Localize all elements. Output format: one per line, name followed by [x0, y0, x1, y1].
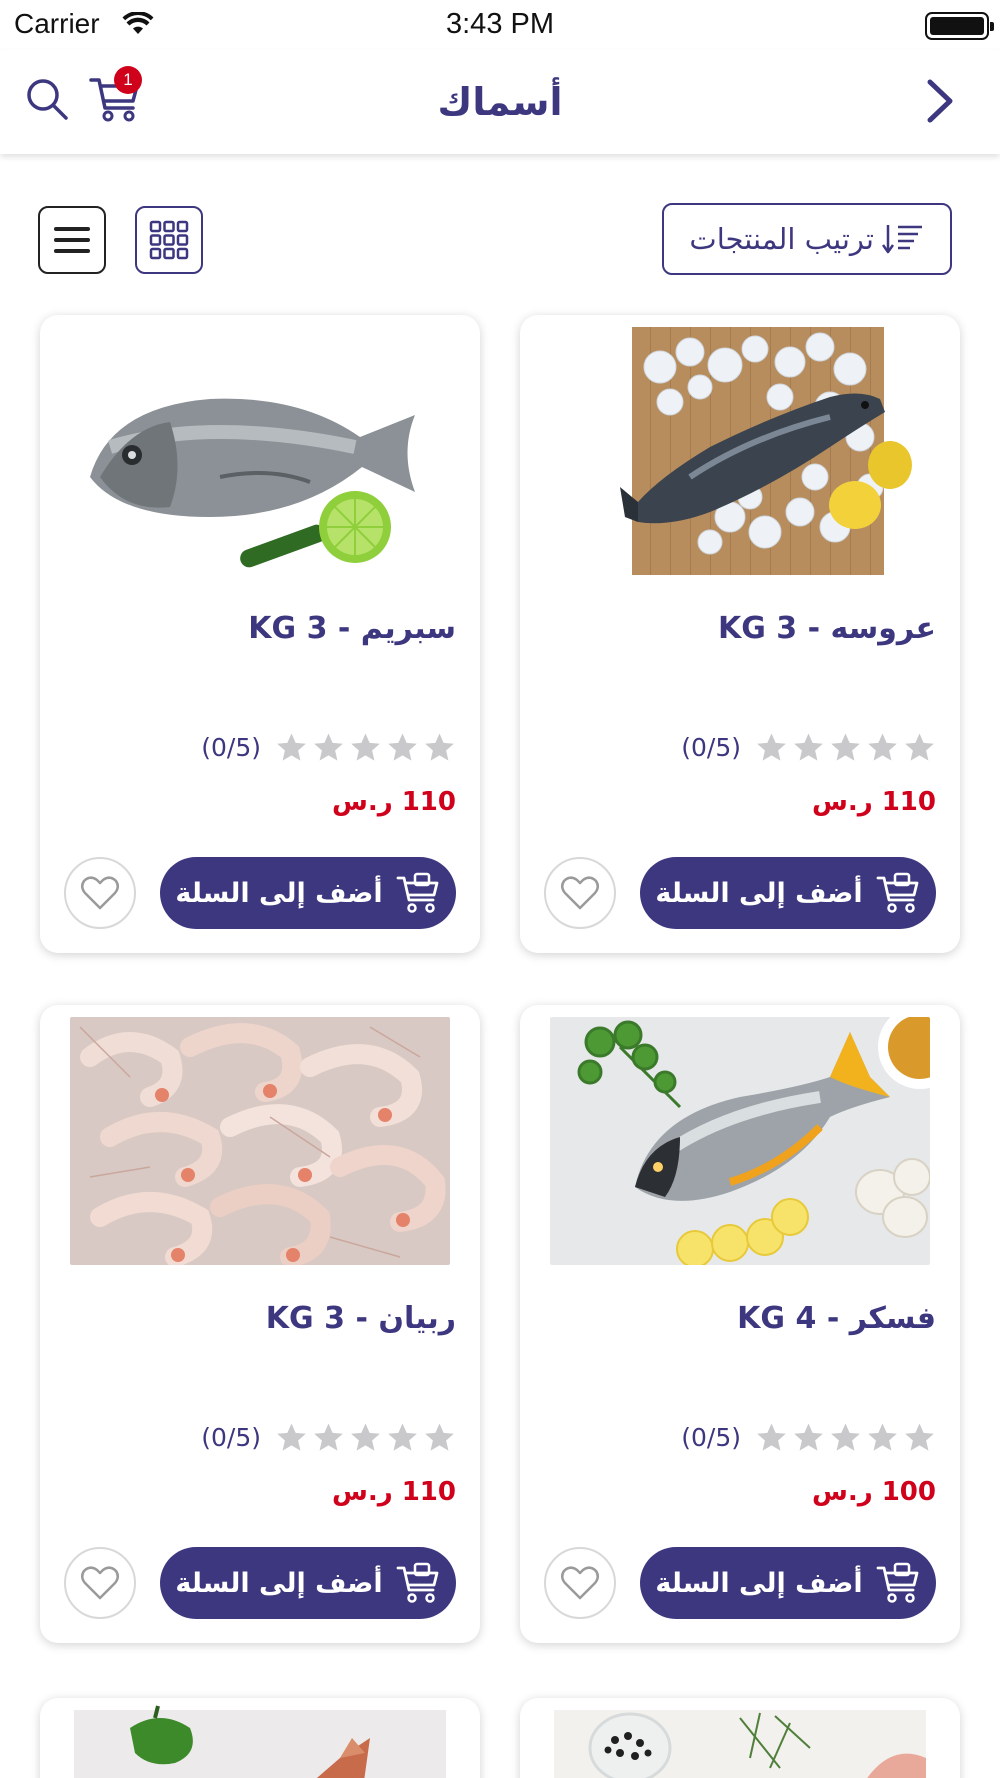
star-icon [831, 733, 860, 761]
favorite-button[interactable] [544, 1547, 616, 1619]
cart-add-icon [876, 872, 919, 913]
product-name[interactable]: ربيان - KG 3 [266, 1301, 456, 1336]
product-name[interactable]: عروسه - KG 3 [718, 611, 936, 646]
sort-icon [882, 225, 922, 254]
sort-label: ترتيب المنتجات [689, 222, 874, 256]
product-price: 100 ر.س [811, 1477, 936, 1507]
rating-text: (0/5) [201, 1423, 261, 1452]
rating-text: (0/5) [201, 733, 261, 762]
cart-add-icon [876, 1562, 919, 1603]
star-icon [831, 1423, 860, 1451]
add-to-cart-label: أضف إلى السلة [175, 1567, 383, 1599]
product-price: 110 ر.س [811, 787, 936, 817]
star-icon [794, 733, 823, 761]
heart-icon [561, 876, 599, 910]
star-icon [905, 1423, 934, 1451]
sort-products-button[interactable]: ترتيب المنتجات [662, 203, 952, 275]
product-name[interactable]: فسكر - KG 4 [737, 1301, 936, 1336]
product-price: 110 ر.س [331, 787, 456, 817]
product-card[interactable]: فسكر - KG 4 (0/5) 100 ر.س أضف إلى السلة [520, 1005, 960, 1643]
add-to-cart-button[interactable]: أضف إلى السلة [640, 857, 936, 929]
product-image [70, 327, 450, 575]
add-to-cart-label: أضف إلى السلة [655, 877, 863, 909]
star-icon [277, 1423, 306, 1451]
add-to-cart-label: أضف إلى السلة [655, 1567, 863, 1599]
product-image [74, 1705, 446, 1778]
star-icon [425, 1423, 454, 1451]
cart-add-icon [396, 872, 439, 913]
product-image [550, 1017, 930, 1265]
product-rating: (0/5) [681, 1421, 936, 1454]
clock: 3:43 PM [446, 8, 554, 40]
favorite-button[interactable] [64, 1547, 136, 1619]
star-icon [351, 1423, 380, 1451]
product-card[interactable]: عروسه - KG 3 (0/5) 110 ر.س أضف إلى السلة [520, 315, 960, 953]
heart-icon [561, 1566, 599, 1600]
star-icon [868, 1423, 897, 1451]
product-card[interactable]: سبريم - KG 3 (0/5) 110 ر.س أضف إلى السلة [40, 315, 480, 953]
heart-icon [81, 876, 119, 910]
nav-bar: 1 أسماك [0, 50, 1000, 154]
product-card[interactable] [520, 1698, 960, 1778]
star-icon [425, 733, 454, 761]
product-name[interactable]: سبريم - KG 3 [248, 611, 456, 646]
status-bar: Carrier 3:43 PM [0, 0, 1000, 50]
product-image [70, 1017, 450, 1265]
cart-add-icon [396, 1562, 439, 1603]
product-price: 110 ر.س [331, 1477, 456, 1507]
favorite-button[interactable] [64, 857, 136, 929]
star-icon [757, 733, 786, 761]
add-to-cart-button[interactable]: أضف إلى السلة [160, 1547, 456, 1619]
favorite-button[interactable] [544, 857, 616, 929]
star-icon [314, 733, 343, 761]
heart-icon [81, 1566, 119, 1600]
star-icon [277, 733, 306, 761]
product-card[interactable] [40, 1698, 480, 1778]
product-image [554, 1710, 926, 1778]
menu-icon [54, 227, 90, 253]
add-to-cart-label: أضف إلى السلة [175, 877, 383, 909]
star-icon [868, 733, 897, 761]
product-rating: (0/5) [201, 1421, 456, 1454]
product-rating: (0/5) [201, 731, 456, 764]
chevron-right-icon[interactable] [920, 74, 960, 128]
product-rating: (0/5) [681, 731, 936, 764]
star-icon [905, 733, 934, 761]
star-icon [388, 733, 417, 761]
star-icon [794, 1423, 823, 1451]
star-icon [388, 1423, 417, 1451]
list-view-button[interactable] [38, 206, 106, 274]
grid-icon [149, 220, 189, 260]
star-icon [351, 733, 380, 761]
star-icon [314, 1423, 343, 1451]
star-icon [757, 1423, 786, 1451]
add-to-cart-button[interactable]: أضف إلى السلة [160, 857, 456, 929]
add-to-cart-button[interactable]: أضف إلى السلة [640, 1547, 936, 1619]
page-title: أسماك [437, 80, 563, 124]
rating-text: (0/5) [681, 733, 741, 762]
battery-icon [925, 12, 994, 40]
product-card[interactable]: ربيان - KG 3 (0/5) 110 ر.س أضف إلى السلة [40, 1005, 480, 1643]
grid-view-button[interactable] [135, 206, 203, 274]
rating-text: (0/5) [681, 1423, 741, 1452]
product-image [550, 327, 930, 575]
